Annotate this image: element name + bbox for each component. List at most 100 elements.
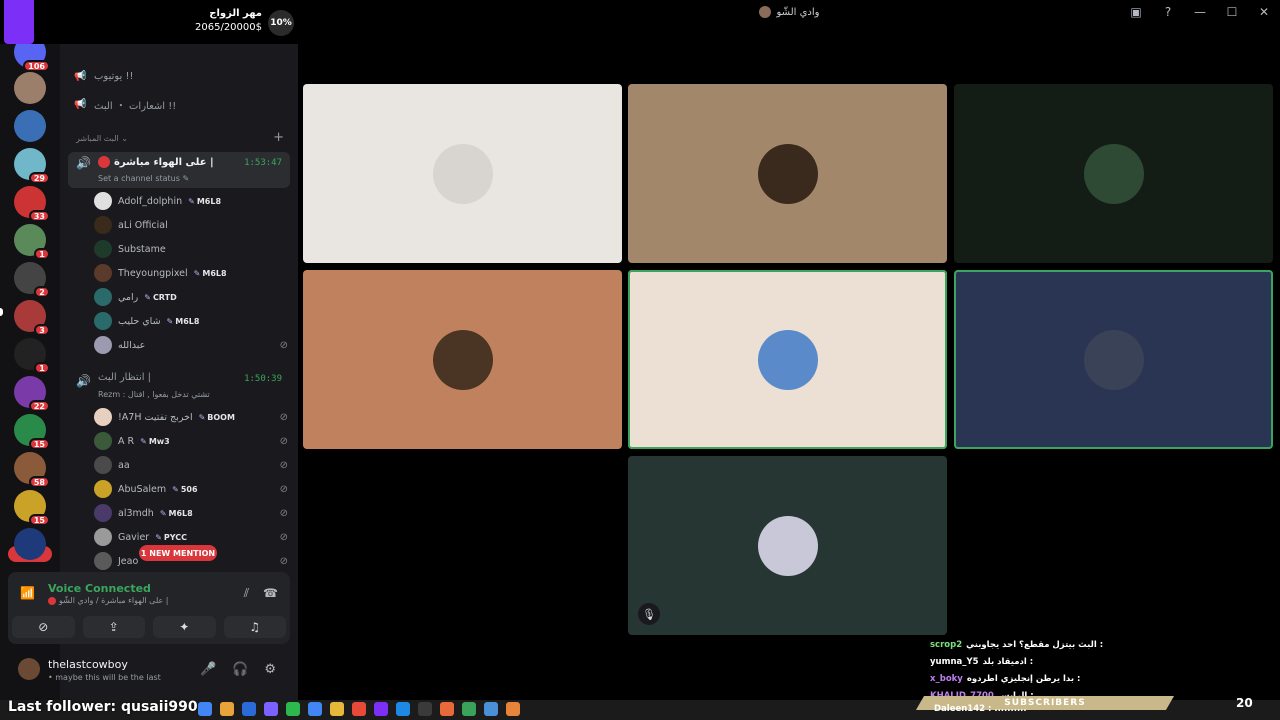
soundboard-button[interactable]: ♫ [223,616,286,638]
video-tile[interactable] [303,270,622,449]
video-tile[interactable] [954,270,1273,449]
maximize-button[interactable]: ☐ [1216,0,1248,24]
server-icon[interactable]: 33 [14,186,50,222]
headphones-icon[interactable]: 🎧 [232,662,248,677]
avatar[interactable] [18,658,40,680]
unread-badge: 2 [34,286,50,298]
voice-member[interactable]: عبدالله ⊘ [94,334,288,356]
voice-member[interactable]: aLi Official [94,214,288,236]
voice-status-channel[interactable]: على الهواء مباشرة / وادي الشّو | [59,596,169,605]
camera-off-button[interactable]: ⊘ [12,616,75,638]
taskbar-app-icon[interactable] [242,702,256,716]
member-tag: ✎ 506 [172,485,197,494]
noise-suppression-icon[interactable]: ⫽ [244,586,249,601]
server-icon[interactable]: 15 [14,414,50,450]
channel-status: Rezm : تشتي تدخل بفعوا , اقتال [98,390,210,399]
voice-member[interactable]: AbuSalem ✎ 506 ⊘ [94,478,288,500]
guild-tag-icon: ✎ [155,532,162,542]
disconnect-icon[interactable]: ☎ [263,586,278,601]
voice-member[interactable]: aa ⊘ [94,454,288,476]
video-tile[interactable] [303,84,622,263]
close-button[interactable]: ✕ [1248,0,1280,24]
username[interactable]: thelastcowboy [48,658,128,671]
server-icon[interactable]: 3 [14,300,50,336]
server-icon[interactable]: 29 [14,148,50,184]
channel-status[interactable]: Set a channel status ✎ [98,174,189,183]
server-icon[interactable] [14,72,46,104]
new-mention-pill[interactable]: 1 NEW MENTION [139,545,217,561]
megaphone-icon: 📢 [74,98,87,110]
member-tag: ✎ M6L8 [194,269,227,278]
member-name: Gavier [118,531,150,543]
taskbar-app-icon[interactable] [220,702,234,716]
voice-member[interactable]: رامي ✎ CRTD [94,286,288,308]
taskbar-app-icon[interactable] [374,702,388,716]
server-icon[interactable]: 2 [14,262,50,298]
inbox-icon[interactable]: ▣ [1120,0,1152,24]
server-icon[interactable]: 1 [14,224,50,260]
deafened-icon: ⊘ [279,459,288,471]
avatar [94,528,112,546]
voice-member[interactable]: Theyoungpixel ✎ M6L8 [94,262,288,284]
video-tile[interactable]: 🎙 [628,456,947,635]
microphone-icon[interactable]: 🎤 [200,662,216,677]
server-icon[interactable]: 58 [14,452,50,488]
chat-line: scrop2 البث بيتزل مقطع؟ احد يجاوبني : [930,636,1230,653]
server-icon[interactable]: 15 [14,490,50,526]
member-tag-text: M6L8 [202,268,227,278]
server-icon[interactable] [14,528,46,560]
screen-share-button[interactable]: ⇪ [82,616,145,638]
channel-youtube[interactable]: 📢 يوتيوب !! [74,66,288,86]
taskbar-app-icon[interactable] [198,702,212,716]
taskbar-app-icon[interactable] [352,702,366,716]
last-follower-overlay: Last follower: qusaii990 [8,699,198,715]
taskbar-app-icon[interactable] [286,702,300,716]
avatar [94,192,112,210]
discord-window: وادي الشّو ▣ ? — ☐ ✕ 106 NEW 29331231221… [0,0,1280,720]
chat-username: yumna_Y5 [930,656,979,667]
selected-server-indicator [0,308,3,316]
taskbar-app-icon[interactable] [308,702,322,716]
voice-member[interactable]: al3mdh ✎ M6L8 ⊘ [94,502,288,524]
taskbar-app-icon[interactable] [330,702,344,716]
voice-channel-live[interactable]: 🔊 على الهواء مباشرة | 1:53:47 Set a chan… [68,152,290,188]
server-icon[interactable]: 1 [14,338,50,374]
settings-gear-icon[interactable]: ⚙ [264,662,276,677]
add-channel-icon[interactable]: + [273,130,284,145]
video-tile[interactable] [954,84,1273,263]
taskbar-app-icon[interactable] [440,702,454,716]
member-tag: ✎ M6L8 [167,317,200,326]
member-name: al3mdh [118,507,154,519]
voice-channel-waiting[interactable]: 🔊 انتظار البث | 1:50:39 Rezm : تشتي تدخل… [68,370,290,406]
member-name: Theyoungpixel [118,267,188,279]
channel-stream-notifications[interactable]: 📢 اشعارات ・ البث !! [74,94,288,114]
activities-button[interactable]: ✦ [153,616,216,638]
taskbar-app-icon[interactable] [264,702,278,716]
video-tile[interactable] [628,84,947,263]
avatar [94,336,112,354]
server-icon[interactable] [14,110,46,142]
unread-badge: 29 [28,172,50,184]
taskbar-app-icon[interactable] [462,702,476,716]
taskbar-app-icon[interactable] [396,702,410,716]
taskbar-app-icon[interactable] [418,702,432,716]
taskbar-icons [198,702,520,716]
server-icon[interactable]: 22 [14,376,50,412]
category-live[interactable]: البث المباشر ⌄ [76,134,128,143]
member-name: Jeao [118,555,139,567]
signal-icon[interactable]: 📶 [20,586,35,600]
taskbar-app-icon[interactable] [506,702,520,716]
member-name: رامي [118,291,139,303]
help-icon[interactable]: ? [1152,0,1184,24]
avatar [94,480,112,498]
voice-member[interactable]: Substame [94,238,288,260]
taskbar-app-icon[interactable] [484,702,498,716]
video-tile[interactable] [628,270,947,449]
live-dot-icon [48,596,56,605]
voice-member[interactable]: !A7H اخربج تفتيت ✎ BOOM ⊘ [94,406,288,428]
voice-member[interactable]: شاي حليب ✎ M6L8 [94,310,288,332]
donation-goal-overlay: مهر الزواج 2065/20000$ 10% [0,0,300,44]
voice-member[interactable]: Adolf_dolphin ✎ M6L8 [94,190,288,212]
minimize-button[interactable]: — [1184,0,1216,24]
voice-member[interactable]: A R ✎ Mw3 ⊘ [94,430,288,452]
